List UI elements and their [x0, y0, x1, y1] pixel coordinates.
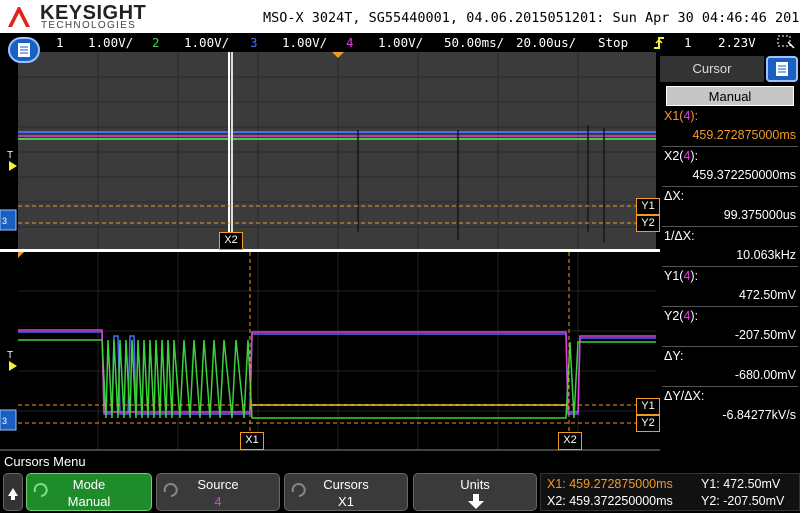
cursor-readout: X1: 459.272875000ms X2: 459.372250000ms … [540, 473, 800, 511]
cursors-softkey-label: Cursors [323, 477, 369, 492]
y2-marker[interactable]: Y2 [636, 415, 660, 432]
brand-subtitle: TECHNOLOGIES [41, 20, 137, 31]
run-state[interactable]: Stop [598, 35, 628, 50]
readout-x2: X2: 459.372250000ms [547, 494, 673, 508]
delta-x-label: ΔX: [664, 189, 685, 203]
delta-y-value: -680.00mV [734, 368, 796, 382]
svg-text:3: 3 [2, 416, 7, 426]
cursor-panel-title: Cursor [660, 56, 764, 82]
ch4-scale[interactable]: 1.00V/ [378, 35, 423, 50]
y2-value: -207.50mV [734, 328, 796, 342]
mode-softkey-value: Manual [67, 494, 111, 509]
readout-y1: Y1: 472.50mV [701, 477, 781, 491]
trigger-arrow-icon [9, 361, 17, 371]
x2-source-label: X2(4): [664, 149, 699, 163]
mode-softkey-label: Mode [72, 477, 106, 492]
cursor-panel-divider [662, 226, 798, 227]
y1-source-label: Y1(4): [664, 269, 699, 283]
cursor-panel: Cursor Manual X1(4): 459.272875000ms X2(… [660, 52, 800, 444]
submenu-arrow-icon [468, 494, 484, 509]
trigger-arrow-icon [9, 161, 17, 171]
delta-y-over-delta-x-label: ΔY/ΔX: [664, 389, 705, 403]
back-button[interactable] [3, 473, 23, 511]
y1-marker[interactable]: Y1 [636, 398, 660, 415]
zoom-timebase[interactable]: 20.00us/ [516, 35, 576, 50]
cursor-panel-divider [662, 186, 798, 187]
ch3-number[interactable]: 3 [250, 35, 258, 50]
inverse-delta-x-value: 10.063kHz [736, 248, 796, 262]
waveform-display[interactable] [0, 52, 660, 452]
delta-y-over-delta-x-value: -6.84277kV/s [722, 408, 796, 422]
channel-ground-icon[interactable]: 3 [0, 408, 18, 432]
x1-value: 459.272875000ms [692, 128, 796, 142]
readout-y2: Y2: -207.50mV [701, 494, 785, 508]
mode-softkey[interactable]: Mode Manual [26, 473, 152, 511]
source-softkey-label: Source [197, 477, 239, 492]
menu-icon [18, 43, 30, 57]
y1-marker-upper[interactable]: Y1 [636, 198, 660, 215]
ch4-number[interactable]: 4 [346, 35, 354, 50]
title-bar: KEYSIGHT TECHNOLOGIES MSO-X 3024T, SG554… [0, 0, 800, 33]
cursor-panel-divider [662, 306, 798, 307]
ch2-scale[interactable]: 1.00V/ [184, 35, 229, 50]
trigger-edge-icon [654, 37, 664, 49]
x2-value: 459.372250000ms [692, 168, 796, 182]
x1-source-label: X1(4): [664, 109, 699, 123]
menu-title: Cursors Menu [4, 454, 86, 469]
scope-title: MSO-X 3024T, SG55440001, 04.06.201505120… [263, 10, 800, 26]
svg-text:3: 3 [2, 216, 7, 226]
keysight-logo-icon [8, 7, 30, 27]
units-softkey[interactable]: Units [413, 473, 537, 511]
ch2-number[interactable]: 2 [152, 35, 160, 50]
up-arrow-icon [8, 488, 18, 500]
trigger-level[interactable]: 2.23V [718, 35, 756, 50]
cursor-panel-divider [662, 266, 798, 267]
source-softkey[interactable]: Source 4 [156, 473, 280, 511]
x1-marker[interactable]: X1 [240, 432, 264, 450]
delta-y-label: ΔY: [664, 349, 684, 363]
cursor-panel-divider [662, 146, 798, 147]
x2-marker-upper[interactable]: X2 [219, 232, 243, 250]
cursors-softkey[interactable]: Cursors X1 [284, 473, 408, 511]
delta-x-value: 99.375000us [723, 208, 796, 222]
cursor-panel-divider [662, 346, 798, 347]
touch-icon[interactable] [776, 34, 796, 50]
status-bar: 1 1.00V/ 2 1.00V/ 3 1.00V/ 4 1.00V/ 50.0… [0, 33, 800, 52]
ch1-number[interactable]: 1 [56, 35, 64, 50]
main-menu-button[interactable] [8, 37, 40, 63]
ch1-scale[interactable]: 1.00V/ [88, 35, 133, 50]
cursor-panel-divider [662, 386, 798, 387]
y1-value: 472.50mV [739, 288, 796, 302]
trigger-marker-upper: T [7, 150, 14, 161]
trigger-marker-lower: T [7, 350, 14, 361]
ch3-scale[interactable]: 1.00V/ [282, 35, 327, 50]
x2-marker[interactable]: X2 [558, 432, 582, 450]
cursors-softkey-value: X1 [338, 494, 354, 509]
units-softkey-label: Units [460, 477, 490, 492]
menu-icon [776, 62, 788, 76]
cursor-mode-button[interactable]: Manual [666, 86, 794, 106]
channel-ground-icon[interactable]: 3 [0, 208, 18, 232]
timebase[interactable]: 50.00ms/ [444, 35, 504, 50]
y2-marker-upper[interactable]: Y2 [636, 215, 660, 232]
trigger-source[interactable]: 1 [684, 35, 692, 50]
readout-x1: X1: 459.272875000ms [547, 477, 673, 491]
y2-source-label: Y2(4): [664, 309, 699, 323]
inverse-delta-x-label: 1/ΔX: [664, 229, 695, 243]
cursor-panel-menu-button[interactable] [766, 56, 798, 82]
source-softkey-value: 4 [214, 494, 222, 509]
